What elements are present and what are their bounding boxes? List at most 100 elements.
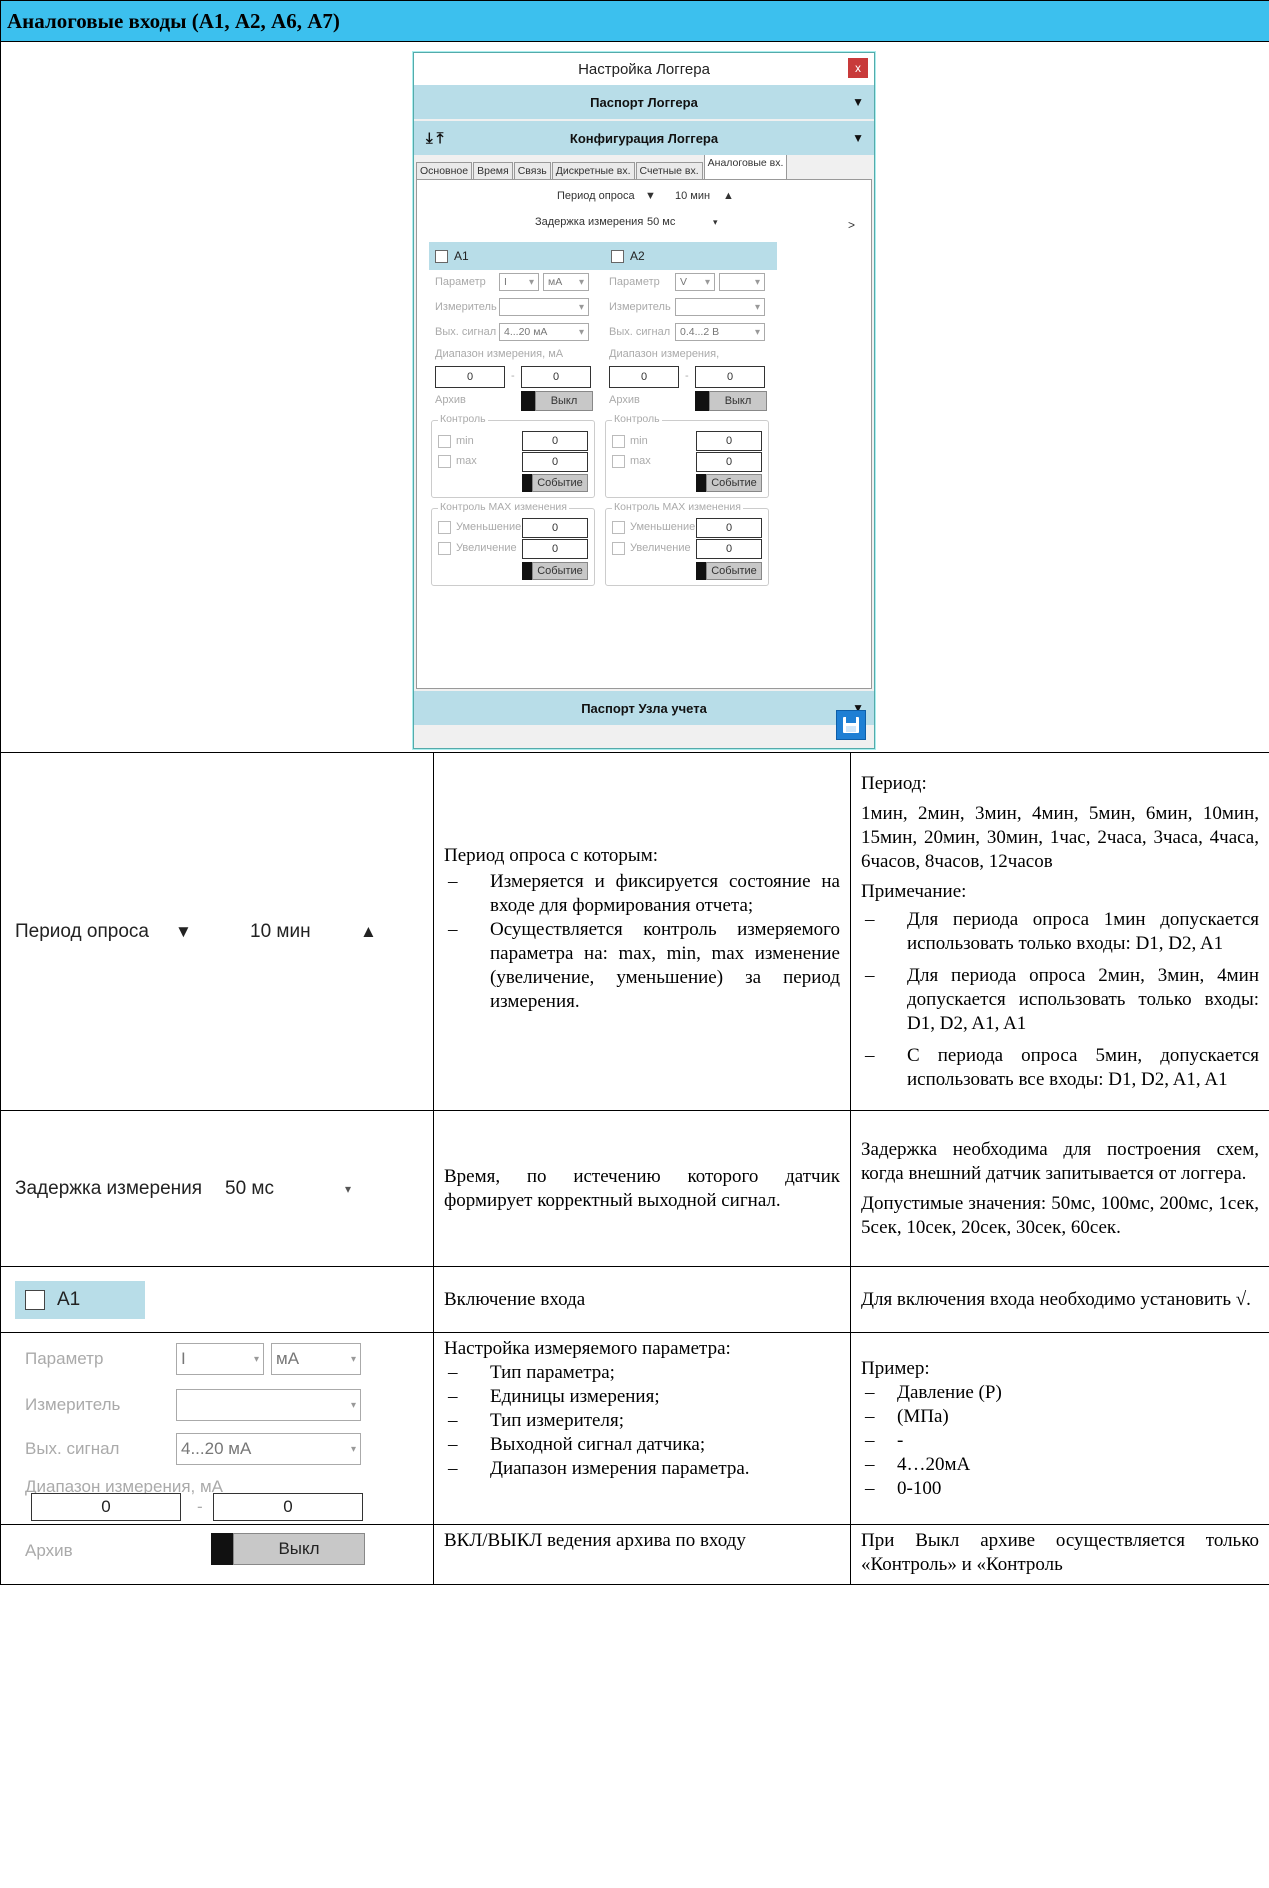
tab-link[interactable]: Связь bbox=[513, 162, 551, 179]
window-title: Настройка Логгера bbox=[578, 60, 710, 78]
delay-value[interactable]: 50 мс bbox=[225, 1178, 345, 1200]
analog-tab-panel: Период опроса ▼ 10 мин ▲ Задержка измере… bbox=[416, 179, 872, 689]
a2-meter-select[interactable] bbox=[675, 298, 765, 316]
list-item: Диапазон измерения параметра. bbox=[444, 1457, 840, 1481]
enable-checkbox[interactable] bbox=[25, 1289, 45, 1310]
a1-inc-input[interactable]: 0 bbox=[522, 539, 588, 559]
a2-out-select[interactable]: 0.4...2 В bbox=[675, 323, 765, 341]
a2-param-select[interactable]: V bbox=[675, 273, 715, 291]
close-icon[interactable]: x bbox=[848, 58, 868, 78]
meter-label: Измеритель bbox=[25, 1395, 121, 1414]
a1-meter-select[interactable] bbox=[499, 298, 589, 316]
a2-dec-label: Уменьшение bbox=[630, 521, 696, 533]
a1-inc-checkbox[interactable] bbox=[438, 542, 451, 555]
a1-range-min[interactable]: 0 bbox=[435, 366, 505, 388]
a2-meter-label: Измеритель bbox=[609, 301, 671, 313]
logger-settings-window: Настройка Логгера x Паспорт Логгера ▼ ⤓ … bbox=[413, 52, 875, 749]
period-label: Период опроса bbox=[557, 190, 635, 202]
list-item: 0-100 bbox=[861, 1477, 1259, 1501]
out-signal-select[interactable]: 4...20 мА bbox=[176, 1433, 361, 1465]
period-down-button[interactable]: ▼ bbox=[175, 922, 250, 942]
download-upload-icon[interactable]: ⤓ ⤒ bbox=[426, 130, 443, 147]
list-item: Единицы измерения; bbox=[444, 1385, 840, 1409]
a2-inc-checkbox[interactable] bbox=[612, 542, 625, 555]
a2-range-min[interactable]: 0 bbox=[609, 366, 679, 388]
a2-event-button[interactable]: Событие bbox=[696, 474, 762, 492]
tab-main[interactable]: Основное bbox=[416, 162, 473, 179]
save-icon[interactable] bbox=[836, 710, 866, 740]
a2-max-checkbox[interactable] bbox=[612, 455, 625, 468]
period-up-button[interactable]: ▲ bbox=[360, 922, 377, 942]
a2-unit-select[interactable] bbox=[719, 273, 765, 291]
a2-maxchange-group: Контроль MAX изменения Уменьшение 0 Увел… bbox=[605, 501, 769, 586]
a1-archive-toggle[interactable]: Выкл bbox=[521, 391, 593, 411]
a2-range-max[interactable]: 0 bbox=[695, 366, 765, 388]
a1-param-label: Параметр bbox=[435, 276, 486, 288]
description-cell: Включение входа bbox=[433, 1266, 851, 1333]
tab-counter[interactable]: Счетные вх. bbox=[635, 162, 703, 179]
description-cell: Настройка измеряемого параметра: Тип пар… bbox=[433, 1332, 851, 1525]
period-value: 10 мин bbox=[675, 190, 711, 202]
a2-max-input[interactable]: 0 bbox=[696, 452, 762, 472]
passport-band[interactable]: Паспорт Логгера ▼ bbox=[414, 85, 874, 119]
node-passport-band[interactable]: Паспорт Узла учета ▼ bbox=[414, 691, 874, 725]
tab-analog[interactable]: Аналоговые вх. bbox=[703, 154, 788, 179]
a2-min-checkbox[interactable] bbox=[612, 435, 625, 448]
tab-discrete[interactable]: Дискретные вх. bbox=[551, 162, 635, 179]
out-signal-label: Вых. сигнал bbox=[25, 1439, 120, 1458]
tab-time[interactable]: Время bbox=[473, 162, 513, 179]
section-header: Аналоговые входы (А1, А2, А6, А7) bbox=[0, 0, 1269, 42]
a1-max-checkbox[interactable] bbox=[438, 455, 451, 468]
a2-dec-checkbox[interactable] bbox=[612, 521, 625, 534]
a1-param-select[interactable]: I bbox=[499, 273, 539, 291]
a1-control-group: Контроль min 0 max 0 Событие bbox=[431, 413, 595, 498]
a2-dec-input[interactable]: 0 bbox=[696, 518, 762, 538]
chevron-down-icon[interactable]: ▾ bbox=[713, 217, 718, 228]
period-down-button[interactable]: ▼ bbox=[645, 190, 675, 202]
note-2: Допустимые значения: 50мс, 100мс, 200мс,… bbox=[861, 1192, 1259, 1238]
a1-inc-label: Увеличение bbox=[456, 542, 517, 554]
a1-max-input[interactable]: 0 bbox=[522, 452, 588, 472]
a1-checkbox[interactable] bbox=[435, 249, 448, 263]
table-row-param: Параметр I мА Измеритель Вых. сигнал 4..… bbox=[0, 1332, 1269, 1525]
note-cell: Пример: Давление (Р) (МПа) - 4…20мА 0-10… bbox=[850, 1332, 1269, 1525]
a2-inc-input[interactable]: 0 bbox=[696, 539, 762, 559]
note-cell: Для включения входа необходимо установит… bbox=[850, 1266, 1269, 1333]
a1-unit-select[interactable]: мА bbox=[543, 273, 589, 291]
a1-range-max[interactable]: 0 bbox=[521, 366, 591, 388]
config-band[interactable]: ⤓ ⤒ Конфигурация Логгера ▼ bbox=[414, 121, 874, 155]
a1-min-input[interactable]: 0 bbox=[522, 431, 588, 451]
tab-bar: Основное Время Связь Дискретные вх. Счет… bbox=[416, 154, 872, 179]
chevron-down-icon: ▼ bbox=[852, 131, 864, 145]
a1-min-checkbox[interactable] bbox=[438, 435, 451, 448]
a1-event-button-2[interactable]: Событие bbox=[522, 562, 588, 580]
unit-select[interactable]: мА bbox=[271, 1343, 361, 1375]
list-item: Для периода опроса 1мин допускается испо… bbox=[861, 908, 1259, 956]
meter-select[interactable] bbox=[176, 1389, 361, 1421]
delay-label: Задержка измерения bbox=[535, 216, 644, 228]
a2-event-button-2[interactable]: Событие bbox=[696, 562, 762, 580]
delay-select[interactable]: 50 мс bbox=[647, 216, 713, 228]
a1-meter-label: Измеритель bbox=[435, 301, 497, 313]
period-up-button[interactable]: ▲ bbox=[723, 190, 734, 202]
table-row-delay: Задержка измерения 50 мс ▾ Время, по ист… bbox=[0, 1110, 1269, 1267]
a1-dec-checkbox[interactable] bbox=[438, 521, 451, 534]
list-item: Давление (Р) bbox=[861, 1381, 1259, 1405]
a2-archive-toggle[interactable]: Выкл bbox=[695, 391, 767, 411]
a2-min-input[interactable]: 0 bbox=[696, 431, 762, 451]
a1-event-button[interactable]: Событие bbox=[522, 474, 588, 492]
chevron-down-icon[interactable]: ▾ bbox=[345, 1182, 351, 1196]
a2-checkbox[interactable] bbox=[611, 249, 624, 263]
range-max-input[interactable]: 0 bbox=[213, 1493, 363, 1521]
enable-label: A1 bbox=[57, 1288, 81, 1310]
a2-max-label: max bbox=[630, 455, 651, 467]
a1-max-label: max bbox=[456, 455, 477, 467]
a1-dec-input[interactable]: 0 bbox=[522, 518, 588, 538]
description-cell: Время, по истечению которого датчик форм… bbox=[433, 1110, 851, 1267]
range-min-input[interactable]: 0 bbox=[31, 1493, 181, 1521]
archive-toggle[interactable]: Выкл bbox=[211, 1533, 365, 1565]
param-type-select[interactable]: I bbox=[176, 1343, 264, 1375]
a1-out-select[interactable]: 4...20 мА bbox=[499, 323, 589, 341]
next-arrow[interactable]: > bbox=[848, 218, 855, 232]
channel-a1-header: A1 bbox=[429, 242, 605, 270]
